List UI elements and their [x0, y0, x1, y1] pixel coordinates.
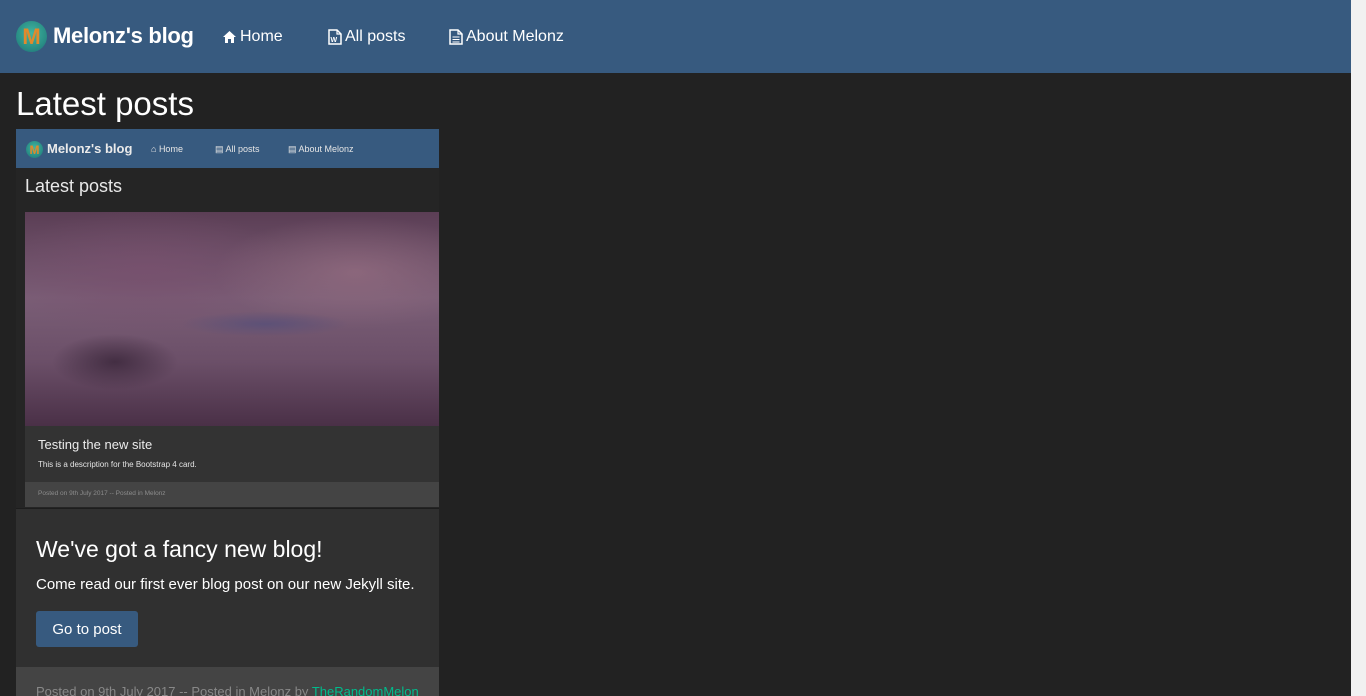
preview-card-text: This is a description for the Bootstrap … — [38, 460, 197, 469]
author-link[interactable]: TheRandomMelon — [312, 684, 419, 696]
preview-logo: M — [26, 141, 43, 158]
preview-nav-all-posts: ▤ All posts — [215, 144, 260, 154]
post-image[interactable]: M Melonz's blog ⌂ Home ▤ All posts ▤ Abo… — [16, 129, 439, 509]
post-meta: Posted on 9th July 2017 -- Posted in Mel… — [36, 684, 419, 696]
post-card: M Melonz's blog ⌂ Home ▤ All posts ▤ Abo… — [16, 129, 439, 696]
preview-photo — [25, 212, 439, 426]
nav-about-label: About Melonz — [466, 28, 564, 45]
post-meta-text: Posted on 9th July 2017 -- Posted in Mel… — [36, 684, 312, 696]
nav-all-posts[interactable]: W All posts — [327, 28, 405, 46]
preview-card-footer: Posted on 9th July 2017 -- Posted in Mel… — [25, 482, 439, 507]
home-icon — [222, 29, 237, 45]
preview-footer-text: Posted on 9th July 2017 -- Posted in Mel… — [38, 490, 166, 497]
go-to-post-button[interactable]: Go to post — [36, 611, 138, 647]
nav-home[interactable]: Home — [222, 28, 283, 46]
post-title: We've got a fancy new blog! — [36, 536, 323, 562]
preview-navbar: M Melonz's blog ⌂ Home ▤ All posts ▤ Abo… — [16, 129, 439, 168]
preview-logo-letter: M — [29, 142, 40, 157]
nav-all-posts-label: All posts — [345, 28, 406, 45]
preview-nav-home-label: Home — [158, 144, 183, 154]
site-logo[interactable]: M — [16, 21, 47, 52]
navbar: M Melonz's blog Home W All posts About M… — [0, 0, 1351, 73]
page-scrollbar[interactable] — [1351, 0, 1366, 696]
nav-home-label: Home — [240, 28, 283, 45]
preview-nav-about-label: About Melonz — [298, 144, 354, 154]
preview-nav-home: ⌂ Home — [151, 144, 183, 154]
svg-text:W: W — [330, 37, 337, 44]
preview-page-title: Latest posts — [25, 176, 123, 196]
post-card-footer: Posted on 9th July 2017 -- Posted in Mel… — [16, 667, 439, 696]
brand-link[interactable]: Melonz's blog — [53, 23, 194, 49]
logo-letter: M — [22, 23, 41, 49]
word-file-icon: W — [327, 29, 342, 45]
preview-card-title: Testing the new site — [38, 437, 153, 452]
preview-nav-all-posts-label: All posts — [225, 144, 260, 154]
preview-nav-about: ▤ About Melonz — [288, 144, 354, 154]
nav-about[interactable]: About Melonz — [448, 28, 564, 46]
preview-card-body: Testing the new site This is a descripti… — [25, 426, 439, 482]
document-icon — [448, 29, 463, 45]
page-title: Latest posts — [16, 85, 194, 122]
post-description: Come read our first ever blog post on ou… — [36, 576, 415, 593]
preview-brand: Melonz's blog — [47, 141, 133, 156]
